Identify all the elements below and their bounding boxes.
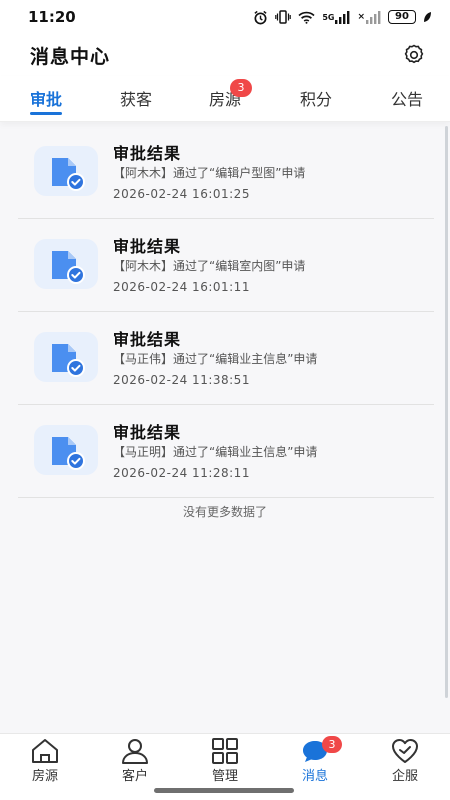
grid-icon xyxy=(212,738,238,764)
item-title: 审批结果 xyxy=(113,237,182,256)
tab-points[interactable]: 积分 xyxy=(298,86,334,116)
vibrate-icon xyxy=(275,10,292,24)
item-description: 【马正明】通过了“编辑业主信息”申请 xyxy=(113,445,318,459)
nav-label: 企服 xyxy=(391,769,418,784)
list-item[interactable]: 审批结果 【马正伟】通过了“编辑业主信息”申请 2026-02-24 11:38… xyxy=(18,312,434,405)
tab-label: 积分 xyxy=(299,90,332,109)
nav-label: 管理 xyxy=(211,769,238,784)
message-list: 审批结果 【阿木木】通过了“编辑户型图”申请 2026-02-24 16:01:… xyxy=(18,126,434,498)
tab-listings[interactable]: 房源 3 xyxy=(207,79,252,116)
alarm-icon xyxy=(254,10,267,24)
nav-item-enterprise[interactable]: 企服 xyxy=(360,734,450,794)
user-icon xyxy=(122,739,148,764)
battery-icon: 90 xyxy=(388,10,416,24)
tab-label: 审批 xyxy=(29,90,62,109)
tab-approval[interactable]: 审批 xyxy=(28,86,64,116)
status-icons: 5G × 90 xyxy=(253,10,432,25)
tab-label: 获客 xyxy=(119,90,152,109)
home-indicator[interactable] xyxy=(154,788,294,793)
tab-label: 公告 xyxy=(390,90,423,109)
nav-item-clients[interactable]: 客户 xyxy=(90,734,180,794)
approval-document-icon xyxy=(34,239,98,289)
signal-weak-icon xyxy=(366,10,381,24)
tab-announcements[interactable]: 公告 xyxy=(389,86,425,116)
status-bar: 11:20 5G × 90 xyxy=(0,0,450,34)
item-timestamp: 2026-02-24 11:38:51 xyxy=(113,373,250,387)
page-header: 消息中心 xyxy=(0,34,450,76)
item-title: 审批结果 xyxy=(113,330,182,349)
item-timestamp: 2026-02-24 16:01:11 xyxy=(113,280,250,294)
heart-icon xyxy=(392,739,418,763)
leaf-icon xyxy=(424,12,431,22)
item-description: 【阿木木】通过了“编辑户型图”申请 xyxy=(113,166,306,180)
signal2-label: × xyxy=(357,12,365,22)
list-item[interactable]: 审批结果 【阿木木】通过了“编辑户型图”申请 2026-02-24 16:01:… xyxy=(18,126,434,219)
item-timestamp: 2026-02-24 16:01:25 xyxy=(113,187,250,201)
house-icon xyxy=(32,739,58,763)
scrollbar[interactable] xyxy=(445,126,448,698)
settings-button[interactable] xyxy=(400,41,428,69)
tab-bar: 审批 获客 房源 3 积分 公告 xyxy=(0,76,450,122)
signal-icon xyxy=(335,10,350,24)
approval-document-icon xyxy=(34,425,98,475)
nav-label: 客户 xyxy=(121,769,148,784)
item-title: 审批结果 xyxy=(113,144,182,163)
nav-label: 消息 xyxy=(301,769,328,784)
page-title: 消息中心 xyxy=(30,45,111,68)
nav-item-messages[interactable]: 3 消息 xyxy=(270,734,360,794)
list-item[interactable]: 审批结果 【阿木木】通过了“编辑室内图”申请 2026-02-24 16:01:… xyxy=(18,219,434,312)
nav-badge: 3 xyxy=(322,736,342,753)
list-end-text: 没有更多数据了 xyxy=(182,505,267,519)
item-description: 【阿木木】通过了“编辑室内图”申请 xyxy=(113,259,306,273)
item-title: 审批结果 xyxy=(113,423,182,442)
list-item[interactable]: 审批结果 【马正明】通过了“编辑业主信息”申请 2026-02-24 11:28… xyxy=(18,405,434,498)
approval-document-icon xyxy=(34,146,98,196)
approval-document-icon xyxy=(34,332,98,382)
nav-label: 房源 xyxy=(31,769,58,784)
tab-underline xyxy=(30,112,62,115)
signal-label: 5G xyxy=(322,12,335,22)
tab-badge: 3 xyxy=(230,79,252,97)
gear-icon xyxy=(404,44,424,64)
item-timestamp: 2026-02-24 11:28:11 xyxy=(113,466,250,480)
status-time: 11:20 xyxy=(28,8,76,26)
tab-leads[interactable]: 获客 xyxy=(118,86,154,116)
wifi-icon xyxy=(298,11,315,24)
nav-item-listings[interactable]: 房源 xyxy=(0,734,90,794)
nav-item-manage[interactable]: 管理 xyxy=(180,734,270,794)
item-description: 【马正伟】通过了“编辑业主信息”申请 xyxy=(113,352,318,366)
